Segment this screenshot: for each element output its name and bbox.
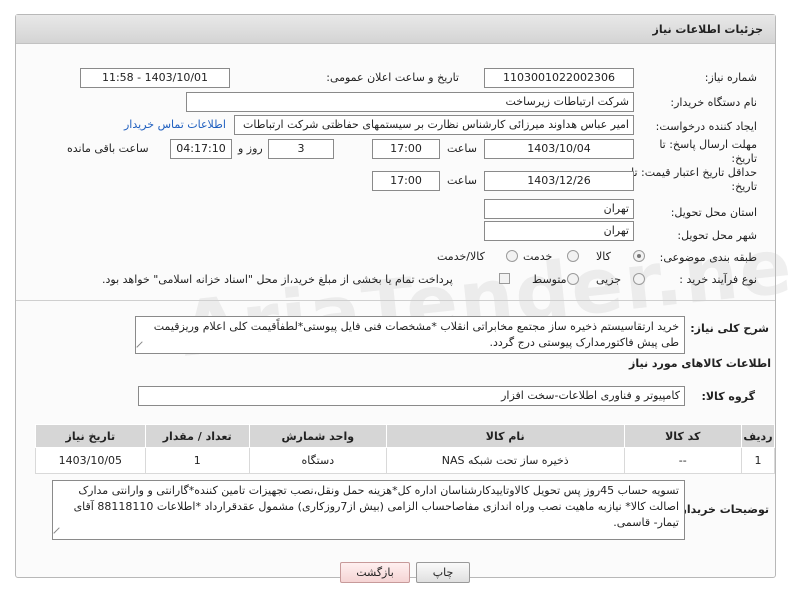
province-field: تهران (484, 199, 634, 219)
treasury-payment-checkbox[interactable] (499, 273, 510, 284)
goods-group-field: کامپیوتر و فناوری اطلاعات-سخت افزار (138, 386, 685, 406)
process-radio-medium[interactable] (567, 273, 579, 285)
cell-item-name: ذخیره ساز تحت شبکه NAS (385, 447, 625, 474)
remaining-time-field: 04:17:10 (170, 139, 232, 159)
goods-table: ردیف کد کالا نام کالا واحد شمارش تعداد /… (35, 424, 776, 474)
city-field: تهران (484, 221, 634, 241)
process-label: نوع فرآیند خرید : (679, 273, 757, 286)
page-title: جزئیات اطلاعات نیاز (652, 23, 764, 36)
cell-quantity: 1 (144, 447, 250, 474)
validity-time-label: ساعت (447, 174, 477, 187)
buyer-notes-text: تسویه حساب 45روز پس تحویل کالاوتاییدکارش… (73, 484, 679, 529)
process-option-medium: متوسط (532, 273, 567, 286)
buyer-notes-label: توضیحات خریدار: (676, 503, 769, 516)
deadline-date-label: تاریخ: (731, 152, 757, 165)
goods-section-title: اطلاعات کالاهای مورد نیاز (629, 357, 771, 370)
category-radio-goods[interactable] (633, 250, 645, 262)
remaining-label: ساعت باقی مانده (67, 142, 149, 155)
col-quantity: تعداد / مقدار (144, 424, 250, 448)
category-option-goods: کالا (596, 250, 611, 263)
days-remaining-field: 3 (268, 139, 334, 159)
province-label: استان محل تحویل: (670, 206, 757, 219)
deadline-label: مهلت ارسال پاسخ: تا (659, 138, 757, 151)
deadline-date-field: 1403/10/04 (484, 139, 634, 159)
goods-group-label: گروه کالا: (701, 390, 755, 403)
category-radio-goods-service[interactable] (506, 250, 518, 262)
validity-time-field: 17:00 (372, 171, 440, 191)
need-number-label: شماره نیاز: (704, 71, 757, 84)
col-row-number: ردیف (740, 424, 776, 448)
cell-item-code: -- (623, 447, 742, 474)
creator-label: ایجاد کننده درخواست: (655, 120, 757, 133)
need-number-field: 1103001022002306 (484, 68, 634, 88)
validity-date-label: تاریخ: (731, 180, 757, 193)
process-radio-minor[interactable] (633, 273, 645, 285)
announce-label: تاریخ و ساعت اعلان عمومی: (326, 71, 459, 84)
city-label: شهر محل تحویل: (677, 229, 757, 242)
category-label: طبقه بندی موضوعی: (659, 251, 757, 264)
process-option-minor: جزیی (596, 273, 622, 286)
col-need-date: تاریخ نیاز (35, 424, 146, 448)
goods-table-header: ردیف کد کالا نام کالا واحد شمارش تعداد /… (35, 424, 776, 448)
validity-date-field: 1403/12/26 (484, 171, 634, 191)
col-unit: واحد شمارش (248, 424, 387, 448)
creator-field: امیر عباس هداوند میرزائی کارشناس نظارت ب… (234, 115, 634, 135)
col-item-code: کد کالا (623, 424, 742, 448)
col-item-name: نام کالا (385, 424, 625, 448)
resize-grip-icon[interactable] (53, 527, 65, 539)
section-divider (16, 300, 775, 301)
treasury-payment-note: پرداخت تمام یا بخشی از مبلغ خرید،از محل … (102, 273, 453, 286)
description-textarea: خرید ارتقاسیستم ذخیره ساز مجتمع مخابراتی… (135, 316, 685, 354)
back-button[interactable]: بازگشت (340, 562, 410, 583)
buyer-org-label: نام دستگاه خریدار: (670, 96, 757, 109)
description-text: خرید ارتقاسیستم ذخیره ساز مجتمع مخابراتی… (153, 320, 679, 349)
cell-row-number: 1 (740, 447, 776, 474)
description-label: شرح کلی نیاز: (690, 322, 769, 335)
category-option-service: خدمت (523, 250, 553, 263)
buyer-contact-link[interactable]: اطلاعات تماس خریدار (124, 118, 226, 131)
category-radio-service[interactable] (567, 250, 579, 262)
buyer-notes-textarea: تسویه حساب 45روز پس تحویل کالاوتاییدکارش… (52, 480, 685, 540)
resize-grip-icon[interactable] (136, 341, 148, 353)
category-option-goods-service: کالا/خدمت (437, 250, 485, 263)
announce-datetime-field: 1403/10/01 - 11:58 (80, 68, 230, 88)
days-label: روز و (238, 142, 263, 155)
validity-label: حداقل تاریخ اعتبار قیمت: تا (631, 166, 757, 179)
buyer-org-field: شرکت ارتباطات زیرساخت (186, 92, 634, 112)
print-button[interactable]: چاپ (416, 562, 470, 583)
cell-unit: دستگاه (248, 447, 387, 474)
deadline-time-field: 17:00 (372, 139, 440, 159)
panel-header: جزئیات اطلاعات نیاز (16, 15, 775, 44)
deadline-time-label: ساعت (447, 142, 477, 155)
cell-need-date: 1403/10/05 (35, 447, 146, 474)
table-row: 1 -- ذخیره ساز تحت شبکه NAS دستگاه 1 140… (35, 447, 776, 474)
